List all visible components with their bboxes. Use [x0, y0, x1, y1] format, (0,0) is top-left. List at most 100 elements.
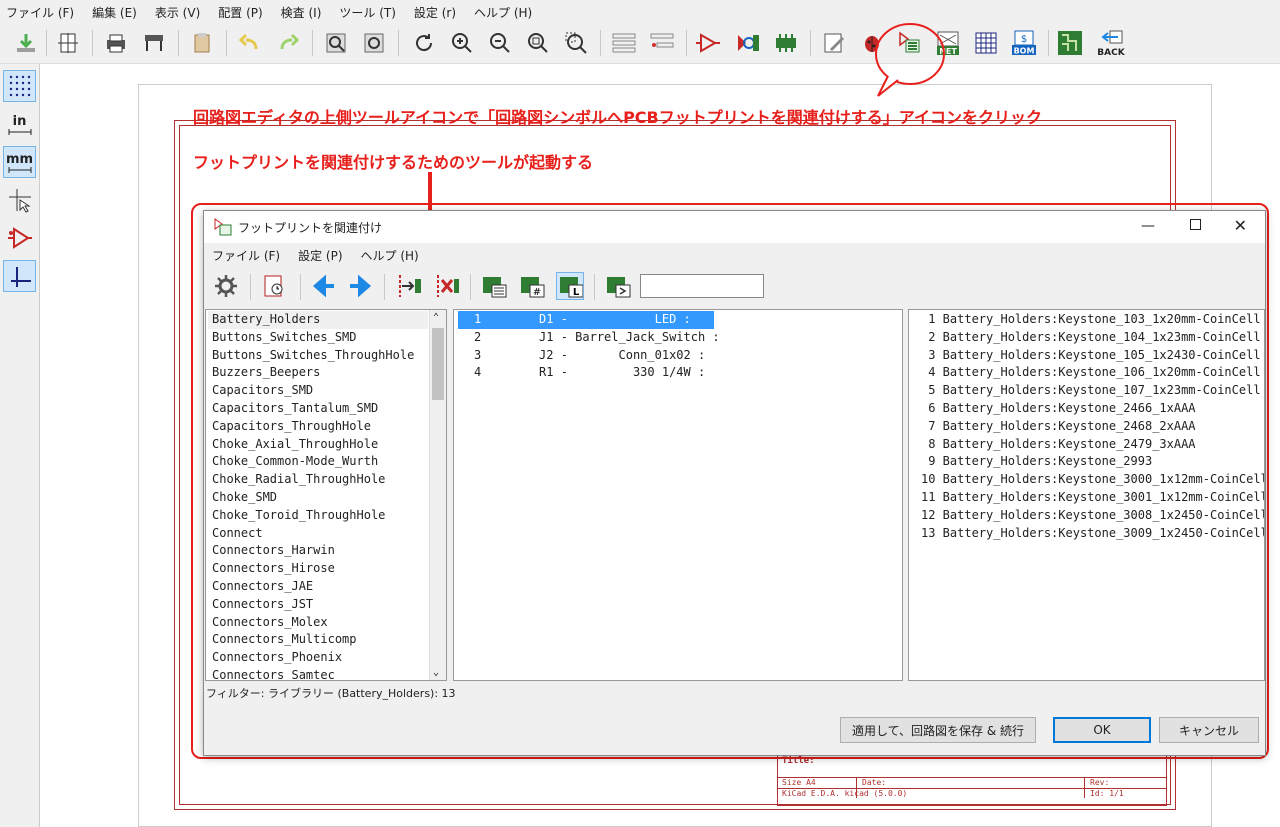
cursor-crosshair-icon[interactable]	[3, 184, 36, 216]
symbol-library-browser-icon[interactable]	[734, 29, 762, 57]
menu-tools[interactable]: ツール (T)	[339, 4, 396, 21]
page-settings-icon[interactable]	[54, 29, 82, 57]
erc-edit-icon[interactable]	[820, 29, 848, 57]
paste-icon[interactable]	[188, 29, 216, 57]
zoom-in-icon[interactable]	[448, 29, 476, 57]
annotate-icon[interactable]	[772, 29, 800, 57]
component-row[interactable]: 4 R1 - 330 1/4W :	[458, 364, 898, 382]
library-item[interactable]: Connectors_Phoenix	[208, 649, 428, 667]
find-icon[interactable]	[322, 29, 350, 57]
menu-file[interactable]: ファイル (F)	[6, 4, 74, 21]
menu-inspect[interactable]: 検査 (I)	[281, 4, 322, 21]
footprint-row[interactable]: 6 Battery_Holders:Keystone_2466_1xAAA	[921, 400, 1262, 418]
delete-associations-icon[interactable]	[432, 272, 460, 300]
footprint-row[interactable]: 2 Battery_Holders:Keystone_104_1x23mm-Co…	[921, 329, 1262, 347]
back-annotate-icon[interactable]: BACK	[1094, 29, 1128, 57]
leave-sheet-icon[interactable]	[648, 29, 676, 57]
footprint-row[interactable]: 5 Battery_Holders:Keystone_107_1x23mm-Co…	[921, 382, 1262, 400]
scroll-up-icon[interactable]: ⌃	[433, 312, 439, 323]
library-item[interactable]: Connectors_JAE	[208, 578, 428, 596]
auto-associate-icon[interactable]	[394, 272, 422, 300]
footprint-row[interactable]: 3 Battery_Holders:Keystone_105_1x2430-Co…	[921, 347, 1262, 365]
zoom-selection-icon[interactable]	[562, 29, 590, 57]
library-item[interactable]: Choke_Toroid_ThroughHole	[208, 507, 428, 525]
library-item[interactable]: Buttons_Switches_ThroughHole	[208, 347, 428, 365]
library-item[interactable]: Choke_Common-Mode_Wurth	[208, 453, 428, 471]
library-item[interactable]: Choke_Axial_ThroughHole	[208, 436, 428, 454]
menu-help[interactable]: ヘルプ (H)	[474, 4, 532, 21]
settings-gear-icon[interactable]	[212, 272, 240, 300]
save-icon[interactable]	[12, 29, 40, 57]
hidden-pins-icon[interactable]	[3, 222, 36, 254]
units-mm-button[interactable]: mm	[3, 146, 36, 178]
minimize-icon[interactable]: —	[1141, 218, 1155, 234]
line-orientation-icon[interactable]	[3, 260, 36, 292]
previous-arrow-icon[interactable]	[310, 272, 338, 300]
footprint-row[interactable]: 11 Battery_Holders:Keystone_3001_1x12mm-…	[921, 489, 1264, 507]
library-item[interactable]: Battery_Holders	[208, 311, 428, 329]
library-item[interactable]: Choke_SMD	[208, 489, 428, 507]
library-list-pane[interactable]: Battery_Holders Buttons_Switches_SMD Butto…	[205, 309, 447, 681]
library-item[interactable]: Capacitors_Tantalum_SMD	[208, 400, 428, 418]
component-row[interactable]: 2 J1 - Barrel_Jack_Switch :	[458, 329, 898, 347]
footprint-row[interactable]: 13 Battery_Holders:Keystone_3009_1x2450-…	[921, 525, 1264, 543]
find-replace-icon[interactable]	[360, 29, 388, 57]
pcbnew-icon[interactable]	[1056, 29, 1084, 57]
footprint-row[interactable]: 9 Battery_Holders:Keystone_2993	[921, 453, 1262, 471]
library-item[interactable]: Buzzers_Beepers	[208, 364, 428, 382]
library-item[interactable]: Connectors_Samtec	[208, 667, 428, 680]
footprint-row[interactable]: 8 Battery_Holders:Keystone_2479_3xAAA	[921, 436, 1262, 454]
footprint-list-pane[interactable]: 1 Battery_Holders:Keystone_103_1x20mm-Co…	[908, 309, 1265, 681]
dialog-menu-file[interactable]: ファイル (F)	[212, 247, 280, 264]
hierarchy-navigator-icon[interactable]	[610, 29, 638, 57]
zoom-fit-icon[interactable]	[524, 29, 552, 57]
library-item[interactable]: Capacitors_SMD	[208, 382, 428, 400]
apply-save-continue-button[interactable]: 適用して、回路図を保存 & 続行	[840, 717, 1036, 743]
filter-by-keyword-icon[interactable]	[480, 272, 508, 300]
filter-text-input[interactable]	[640, 274, 764, 298]
footprint-row[interactable]: 12 Battery_Holders:Keystone_3008_1x2450-…	[921, 507, 1264, 525]
footprint-row[interactable]: 4 Battery_Holders:Keystone_106_1x20mm-Co…	[921, 364, 1262, 382]
scroll-thumb[interactable]	[432, 328, 444, 400]
symbol-editor-icon[interactable]	[694, 29, 722, 57]
library-item[interactable]: Connect	[208, 525, 428, 543]
zoom-out-icon[interactable]	[486, 29, 514, 57]
menu-place[interactable]: 配置 (P)	[218, 4, 262, 21]
view-footprint-icon[interactable]	[260, 272, 288, 300]
scroll-down-icon[interactable]: ⌄	[433, 667, 439, 678]
library-item[interactable]: Connectors_Multicomp	[208, 631, 428, 649]
filter-by-library-icon[interactable]: L	[556, 272, 584, 300]
plot-icon[interactable]	[140, 29, 168, 57]
footprint-row[interactable]: 7 Battery_Holders:Keystone_2468_2xAAA	[921, 418, 1262, 436]
ok-button[interactable]: OK	[1053, 717, 1151, 743]
redo-icon[interactable]	[274, 29, 302, 57]
library-item[interactable]: Capacitors_ThroughHole	[208, 418, 428, 436]
next-arrow-icon[interactable]	[346, 272, 374, 300]
library-item[interactable]: Choke_Radial_ThroughHole	[208, 471, 428, 489]
library-item[interactable]: Connectors_Molex	[208, 614, 428, 632]
menu-view[interactable]: 表示 (V)	[155, 4, 200, 21]
print-icon[interactable]	[102, 29, 130, 57]
library-item[interactable]: Connectors_JST	[208, 596, 428, 614]
library-item[interactable]: Buttons_Switches_SMD	[208, 329, 428, 347]
cancel-button[interactable]: キャンセル	[1159, 717, 1259, 743]
undo-icon[interactable]	[236, 29, 264, 57]
library-item[interactable]: Connectors_Harwin	[208, 542, 428, 560]
filter-by-pin-count-icon[interactable]: #	[518, 272, 546, 300]
footprint-row[interactable]: 1 Battery_Holders:Keystone_103_1x20mm-Co…	[921, 311, 1262, 329]
menu-edit[interactable]: 編集 (E)	[92, 4, 137, 21]
symbol-fields-table-icon[interactable]	[972, 29, 1000, 57]
component-row[interactable]: 1 D1 - LED :	[458, 311, 714, 329]
menu-preferences[interactable]: 設定 (r)	[414, 4, 456, 21]
refresh-icon[interactable]	[410, 29, 438, 57]
units-inch-button[interactable]: in	[3, 108, 36, 140]
dialog-menu-help[interactable]: ヘルプ (H)	[361, 247, 419, 264]
dialog-menu-settings[interactable]: 設定 (P)	[298, 247, 342, 264]
bom-icon[interactable]: $ BOM	[1010, 29, 1038, 57]
footprint-row[interactable]: 10 Battery_Holders:Keystone_3000_1x12mm-…	[921, 471, 1264, 489]
maximize-icon[interactable]	[1190, 219, 1201, 230]
library-scrollbar[interactable]: ⌃ ⌄	[429, 310, 446, 680]
component-row[interactable]: 3 J2 - Conn_01x02 :	[458, 347, 898, 365]
grid-toggle-icon[interactable]	[3, 70, 36, 102]
filter-by-text-icon[interactable]	[604, 272, 632, 300]
